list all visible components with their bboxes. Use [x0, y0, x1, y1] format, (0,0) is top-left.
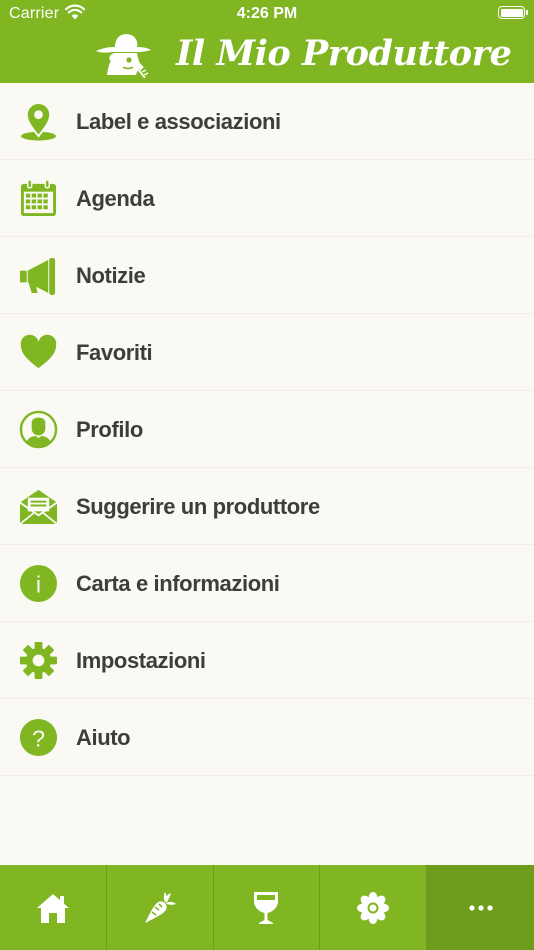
menu-item-label: Agenda [76, 186, 155, 211]
menu-item-profilo[interactable]: Profilo [0, 391, 534, 468]
menu-item-suggerire[interactable]: Suggerire un produttore [0, 468, 534, 545]
menu-item-impostazioni[interactable]: Impostazioni [0, 622, 534, 699]
farmer-logo-icon [96, 34, 151, 78]
more-icon [468, 904, 493, 911]
menu-item-favoriti[interactable]: Favoriti [0, 314, 534, 391]
home-icon [36, 893, 69, 923]
tab-flower[interactable] [320, 865, 428, 950]
gear-icon [19, 641, 58, 680]
svg-text:?: ? [32, 725, 45, 751]
menu-item-label: Notizie [76, 263, 146, 288]
tab-bar [0, 865, 534, 950]
carrot-icon [144, 891, 176, 923]
status-time: 4:26 PM [236, 5, 298, 22]
menu-item-notizie[interactable]: Notizie [0, 237, 534, 314]
battery-icon [498, 6, 528, 19]
menu-item-label: Aiuto [76, 725, 131, 750]
menu-item-label: Impostazioni [76, 648, 206, 673]
wine-glass-icon [254, 891, 279, 924]
menu-item-label: Label e associazioni [76, 109, 281, 134]
menu-item-label-associazioni[interactable]: Label e associazioni [0, 83, 534, 160]
menu-item-aiuto[interactable]: ? Aiuto [0, 699, 534, 776]
app-title: Il Mio Produttore [176, 33, 512, 74]
help-icon: ? [19, 718, 58, 757]
main-menu: Label e associazioni Agenda Notizie Favo… [0, 83, 534, 776]
envelope-icon [19, 489, 58, 525]
status-bar: Carrier 4:26 PM [0, 0, 534, 28]
heart-icon [20, 334, 57, 369]
tab-wine[interactable] [214, 865, 321, 950]
flower-icon [357, 891, 390, 924]
menu-item-label: Carta e informazioni [76, 571, 280, 596]
app-header: Carrier 4:26 PM Il Mio Produttore [0, 0, 534, 83]
svg-text:i: i [36, 571, 41, 597]
menu-item-label: Suggerire un produttore [76, 494, 320, 519]
profile-icon [19, 410, 58, 449]
app-screen: Carrier 4:26 PM Il Mio Produttore Label … [0, 0, 534, 950]
menu-item-carta[interactable]: i Carta e informazioni [0, 545, 534, 622]
info-icon: i [19, 564, 58, 603]
menu-item-label: Favoriti [76, 340, 153, 365]
location-pin-icon [20, 102, 57, 141]
tab-more[interactable] [427, 865, 534, 950]
menu-item-agenda[interactable]: Agenda [0, 160, 534, 237]
tab-home[interactable] [0, 865, 107, 950]
tab-produce[interactable] [107, 865, 214, 950]
calendar-icon [20, 179, 57, 217]
megaphone-icon [19, 257, 56, 295]
menu-item-label: Profilo [76, 417, 143, 442]
